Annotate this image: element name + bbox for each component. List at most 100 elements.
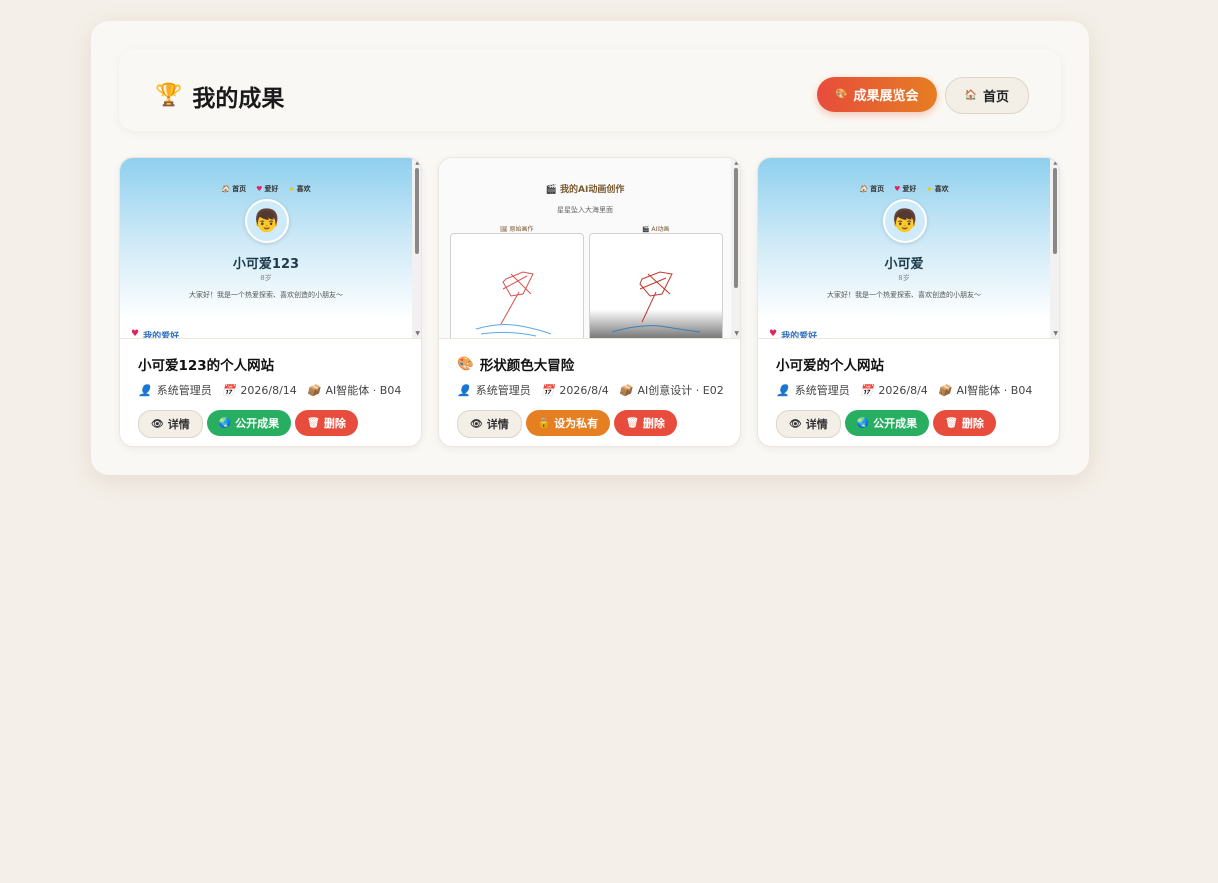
house-icon: 🏠 <box>221 185 231 193</box>
delete-button[interactable]: 🗑 删除 <box>614 410 677 436</box>
preview-bio: 大家好！我是一个热爱探索、喜欢创造的小朋友～ <box>189 291 343 299</box>
meta-author: 👤 系统管理员 <box>776 382 850 398</box>
detail-button[interactable]: 👁 详情 <box>138 410 203 438</box>
preview-nav-home: 🏠 首页 <box>859 184 884 194</box>
delete-label: 删除 <box>961 417 984 430</box>
preview-name: 小可爱123 <box>232 257 300 272</box>
box-icon: 📦 <box>618 383 633 397</box>
detail-label: 详情 <box>486 418 509 431</box>
make-public-button[interactable]: 🌏 公开成果 <box>206 410 292 436</box>
palette-icon: 🎨 <box>457 356 474 372</box>
make-private-label: 设为私有 <box>554 417 599 430</box>
scroll-up-icon[interactable]: ▲ <box>415 160 420 166</box>
delete-button[interactable]: 🗑 删除 <box>933 410 996 436</box>
scroll-thumb[interactable] <box>734 168 738 288</box>
page-header: 🏆 我的成果 🎨 成果展览会 🏠 首页 <box>119 49 1061 131</box>
card-title: 小可爱的个人网站 <box>776 358 884 374</box>
preview-nav-label: 爱好 <box>264 185 279 193</box>
scroll-up-icon[interactable]: ▲ <box>734 160 739 166</box>
calendar-icon: 📅 <box>221 383 236 397</box>
avatar: 👦 <box>883 199 927 243</box>
delete-label: 删除 <box>323 417 346 430</box>
make-public-button[interactable]: 🌏 公开成果 <box>844 410 930 436</box>
preview-nav-like: ★ 喜欢 <box>926 184 948 194</box>
card-meta: 👤 系统管理员 📅 2026/8/14 📦 AI智能体 · B04 <box>138 382 407 398</box>
achievement-card: 🏠 首页 ♥ 爱好 ★ 喜欢 👦 小可爱 8岁 大家好！我是一个热爱探索、喜欢创造的小… <box>757 157 1060 447</box>
preview-scrollbar[interactable]: ▲ ▼ <box>1050 158 1059 338</box>
heart-icon: ♥ <box>769 329 778 339</box>
card-actions: 👁 详情 🔒 设为私有 🗑 删除 <box>457 410 726 438</box>
preview-section-label: 我的爱好 <box>781 332 818 339</box>
trophy-icon: 🏆 <box>155 83 183 108</box>
preview-scrollbar[interactable]: ▲ ▼ <box>731 158 740 338</box>
page-title: 我的成果 <box>192 85 285 112</box>
meta-date: 📅 2026/8/4 <box>541 382 609 398</box>
home-button[interactable]: 🏠 首页 <box>944 77 1029 114</box>
trash-icon: 🗑 <box>945 417 958 429</box>
achievement-card: 🎬 我的AI动画创作 星星坠入大海里面 🖼 原始画作 🎬 AI动画 ▲ ▼ 🎨 … <box>438 157 741 447</box>
meta-date: 📅 2026/8/4 <box>860 382 928 398</box>
exhibition-button[interactable]: 🎨 成果展览会 <box>817 77 937 112</box>
preview-bio: 大家好！我是一个热爱探索、喜欢创造的小朋友～ <box>827 291 981 299</box>
ai-animation-frame <box>589 233 723 338</box>
eye-icon: 👁 <box>789 418 802 430</box>
card-body: 🎨 形状颜色大冒险 👤 系统管理员 📅 2026/8/4 📦 AI创意设计 · E02 … <box>457 354 726 438</box>
heart-icon: ♥ <box>131 329 140 339</box>
card-title: 🎨 形状颜色大冒险 <box>457 354 726 374</box>
detail-button[interactable]: 👁 详情 <box>776 410 841 438</box>
make-public-label: 公开成果 <box>873 417 918 430</box>
house-icon: 🏠 <box>859 185 869 193</box>
make-private-button[interactable]: 🔒 设为私有 <box>525 410 611 436</box>
lock-icon: 🔒 <box>537 417 551 429</box>
original-label: 🖼 原始画作 <box>500 224 534 233</box>
card-actions: 👁 详情 🌏 公开成果 🗑 删除 <box>776 410 1045 438</box>
image-icon: 🖼 <box>500 226 508 233</box>
star-icon: ★ <box>926 185 933 193</box>
preview-scrollbar[interactable]: ▲ ▼ <box>412 158 421 338</box>
heart-icon: ♥ <box>256 185 263 193</box>
website-preview[interactable]: 🏠 首页 ♥ 爱好 ★ 喜欢 👦 小可爱 8岁 大家好！我是一个热爱探索、喜欢创造的小… <box>758 158 1059 339</box>
delete-button[interactable]: 🗑 删除 <box>295 410 358 436</box>
detail-label: 详情 <box>167 418 190 431</box>
meta-category: 📦 AI智能体 · B04 <box>307 382 402 398</box>
page-title-wrap: 🏆 我的成果 <box>155 79 284 113</box>
palette-icon: 🎨 <box>835 89 848 100</box>
preview-section-title: ♥ 我的爱好 <box>131 329 180 339</box>
make-public-label: 公开成果 <box>235 417 280 430</box>
original-drawing <box>450 233 584 338</box>
preview-anim-title: 🎬 我的AI动画创作 <box>439 182 731 195</box>
avatar: 👦 <box>245 199 289 243</box>
scroll-thumb[interactable] <box>415 168 419 254</box>
achievement-card: 🏠 首页 ♥ 爱好 ★ 喜欢 👦 小可爱123 8岁 大家好！我是一个热爱探索、喜欢创… <box>119 157 422 447</box>
date-text: 2026/8/4 <box>559 383 609 397</box>
card-meta: 👤 系统管理员 📅 2026/8/4 📦 AI智能体 · B04 <box>776 382 1045 398</box>
header-buttons: 🎨 成果展览会 🏠 首页 <box>817 77 1029 114</box>
preview-nav-like: ★ 喜欢 <box>288 184 310 194</box>
meta-category: 📦 AI智能体 · B04 <box>938 382 1033 398</box>
scroll-thumb[interactable] <box>1053 168 1057 254</box>
scroll-down-icon[interactable]: ▼ <box>415 331 420 337</box>
detail-label: 详情 <box>805 418 828 431</box>
preview-nav-label: 首页 <box>870 185 885 193</box>
author-text: 系统管理员 <box>794 384 850 397</box>
preview-nav-label: 喜欢 <box>296 185 311 193</box>
scroll-down-icon[interactable]: ▼ <box>734 331 739 337</box>
scroll-up-icon[interactable]: ▲ <box>1053 160 1058 166</box>
eye-icon: 👁 <box>470 418 483 430</box>
preview-anim-title-text: 我的AI动画创作 <box>560 185 625 195</box>
scroll-down-icon[interactable]: ▼ <box>1053 331 1058 337</box>
eye-icon: 👁 <box>151 418 164 430</box>
author-text: 系统管理员 <box>475 384 531 397</box>
meta-author: 👤 系统管理员 <box>457 382 531 398</box>
delete-label: 删除 <box>642 417 665 430</box>
website-preview[interactable]: 🏠 首页 ♥ 爱好 ★ 喜欢 👦 小可爱123 8岁 大家好！我是一个热爱探索、喜欢创… <box>120 158 421 339</box>
preview-section-title: ♥ 我的爱好 <box>769 329 818 339</box>
ai-anim-label: 🎬 AI动画 <box>642 224 669 233</box>
trash-icon: 🗑 <box>626 417 639 429</box>
heart-icon: ♥ <box>894 185 901 193</box>
detail-button[interactable]: 👁 详情 <box>457 410 522 438</box>
preview-nav: 🏠 首页 ♥ 爱好 ★ 喜欢 <box>120 184 412 194</box>
preview-section-label: 我的爱好 <box>143 332 180 339</box>
card-body: 小可爱的个人网站 👤 系统管理员 📅 2026/8/4 📦 AI智能体 · B04 👁… <box>776 354 1045 438</box>
animation-preview[interactable]: 🎬 我的AI动画创作 星星坠入大海里面 🖼 原始画作 🎬 AI动画 ▲ ▼ <box>439 158 740 339</box>
